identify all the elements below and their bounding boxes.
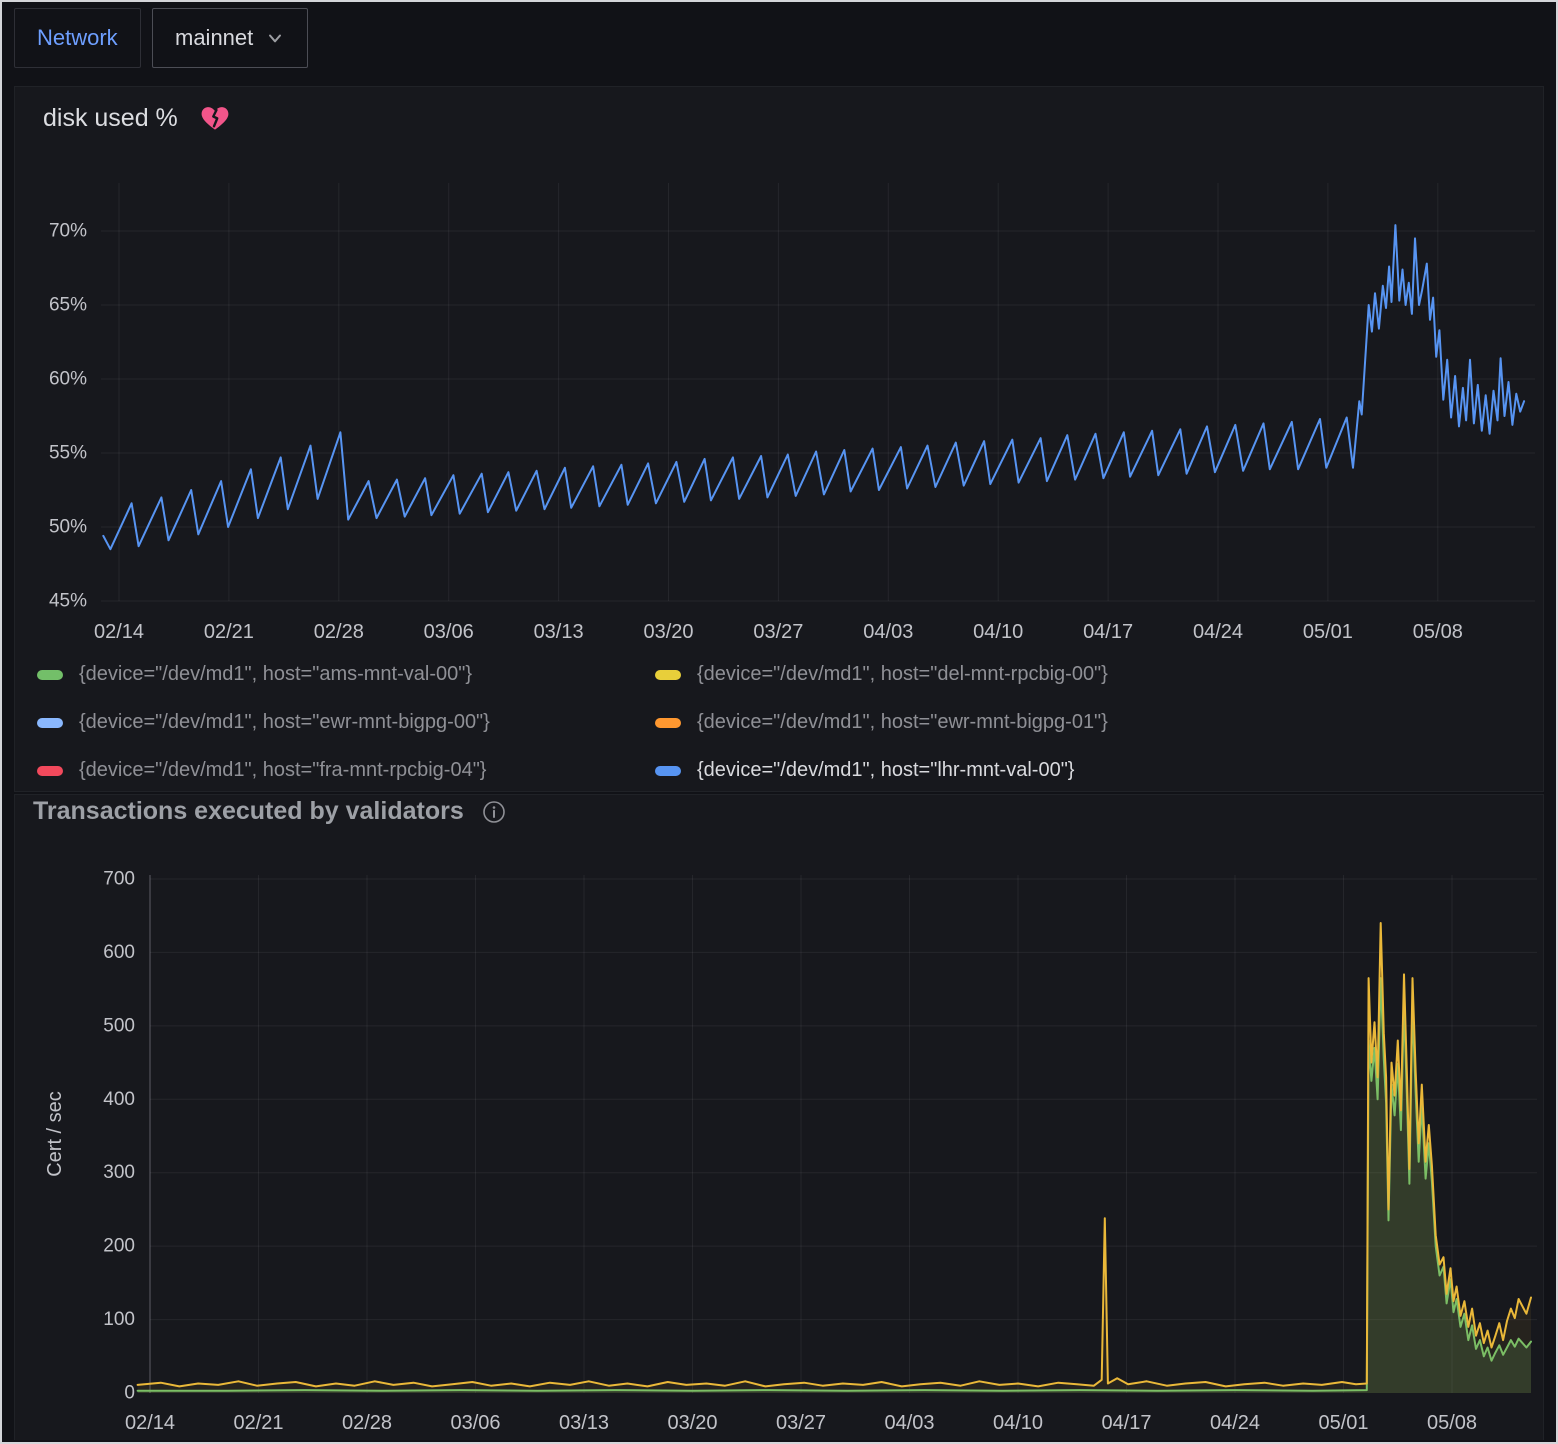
svg-text:100: 100 bbox=[103, 1309, 135, 1330]
network-variable-dropdown[interactable]: mainnet bbox=[152, 8, 308, 68]
svg-text:02/14: 02/14 bbox=[125, 1412, 175, 1434]
svg-text:600: 600 bbox=[103, 942, 135, 963]
legend-item[interactable]: {device="/dev/md1", host="ams-mnt-val-00… bbox=[37, 663, 649, 686]
svg-text:45%: 45% bbox=[49, 591, 87, 612]
legend-series-swatch bbox=[37, 670, 63, 680]
info-circle-icon[interactable] bbox=[482, 800, 506, 824]
network-variable-value: mainnet bbox=[175, 25, 253, 51]
legend-series-swatch bbox=[655, 766, 681, 776]
legend-series-swatch bbox=[37, 766, 63, 776]
transactions-chart[interactable]: 0 100 200 300 400 500 600 700 02/14 02/21 02/28 03/… bbox=[15, 795, 1543, 1439]
svg-text:04/17: 04/17 bbox=[1083, 621, 1133, 643]
network-variable-label: Network bbox=[37, 25, 118, 51]
svg-text:05/01: 05/01 bbox=[1318, 1412, 1368, 1434]
svg-text:03/13: 03/13 bbox=[534, 621, 584, 643]
legend-series-swatch bbox=[655, 718, 681, 728]
legend-item[interactable]: {device="/dev/md1", host="del-mnt-rpcbig… bbox=[655, 663, 1108, 686]
svg-text:02/14: 02/14 bbox=[94, 621, 144, 643]
legend-series-swatch bbox=[37, 718, 63, 728]
svg-text:03/13: 03/13 bbox=[559, 1412, 609, 1434]
svg-text:04/03: 04/03 bbox=[863, 621, 913, 643]
svg-text:04/24: 04/24 bbox=[1193, 621, 1243, 643]
disk-used-legend: {device="/dev/md1", host="ams-mnt-val-00… bbox=[37, 663, 1108, 782]
svg-text:400: 400 bbox=[103, 1089, 135, 1110]
network-variable-label-box[interactable]: Network bbox=[14, 8, 141, 68]
panel-title: Transactions executed by validators bbox=[33, 797, 464, 826]
legend-series-label: {device="/dev/md1", host="fra-mnt-rpcbig… bbox=[79, 759, 487, 782]
legend-series-label: {device="/dev/md1", host="lhr-mnt-val-00… bbox=[697, 759, 1074, 782]
panel-transactions-header[interactable]: Transactions executed by validators bbox=[33, 797, 506, 826]
svg-text:200: 200 bbox=[103, 1236, 135, 1257]
svg-text:03/06: 03/06 bbox=[424, 621, 474, 643]
panel-title: disk used % bbox=[43, 104, 178, 133]
svg-text:03/06: 03/06 bbox=[450, 1412, 500, 1434]
svg-text:04/10: 04/10 bbox=[973, 621, 1023, 643]
disk-used-chart[interactable]: 45% 50% 55% 60% 65% 70% 02/14 02/21 02/28 03/06 03… bbox=[15, 87, 1543, 657]
svg-text:50%: 50% bbox=[49, 517, 87, 538]
svg-text:03/27: 03/27 bbox=[753, 621, 803, 643]
chevron-down-icon bbox=[265, 28, 285, 48]
svg-text:02/21: 02/21 bbox=[233, 1412, 283, 1434]
svg-text:04/10: 04/10 bbox=[993, 1412, 1043, 1434]
svg-text:02/28: 02/28 bbox=[314, 621, 364, 643]
legend-series-label: {device="/dev/md1", host="ams-mnt-val-00… bbox=[79, 663, 472, 686]
svg-text:02/28: 02/28 bbox=[342, 1412, 392, 1434]
svg-text:03/20: 03/20 bbox=[643, 621, 693, 643]
panel-disk-used-header[interactable]: disk used % bbox=[43, 103, 230, 133]
panel-transactions: Transactions executed by validators 0 100… bbox=[14, 794, 1544, 1440]
legend-item[interactable]: {device="/dev/md1", host="lhr-mnt-val-00… bbox=[655, 759, 1108, 782]
svg-text:500: 500 bbox=[103, 1015, 135, 1036]
broken-heart-icon bbox=[200, 103, 230, 133]
grafana-dashboard: Network mainnet disk used % 45% 50% 55% 60%… bbox=[0, 0, 1558, 1444]
svg-text:04/03: 04/03 bbox=[884, 1412, 934, 1434]
legend-series-label: {device="/dev/md1", host="del-mnt-rpcbig… bbox=[697, 663, 1108, 686]
svg-text:04/17: 04/17 bbox=[1101, 1412, 1151, 1434]
legend-series-label: {device="/dev/md1", host="ewr-mnt-bigpg-… bbox=[79, 711, 490, 734]
svg-text:65%: 65% bbox=[49, 295, 87, 316]
legend-item[interactable]: {device="/dev/md1", host="ewr-mnt-bigpg-… bbox=[655, 711, 1108, 734]
svg-text:03/27: 03/27 bbox=[776, 1412, 826, 1434]
svg-text:04/24: 04/24 bbox=[1210, 1412, 1260, 1434]
svg-text:700: 700 bbox=[103, 868, 135, 889]
legend-item[interactable]: {device="/dev/md1", host="ewr-mnt-bigpg-… bbox=[37, 711, 649, 734]
svg-text:02/21: 02/21 bbox=[204, 621, 254, 643]
svg-text:05/08: 05/08 bbox=[1427, 1412, 1477, 1434]
svg-text:03/20: 03/20 bbox=[667, 1412, 717, 1434]
svg-text:55%: 55% bbox=[49, 443, 87, 464]
legend-series-swatch bbox=[655, 670, 681, 680]
legend-series-label: {device="/dev/md1", host="ewr-mnt-bigpg-… bbox=[697, 711, 1108, 734]
svg-text:300: 300 bbox=[103, 1162, 135, 1183]
panel-disk-used: disk used % 45% 50% 55% 60% 65% 70% 02/14 02/21… bbox=[14, 86, 1544, 792]
svg-text:60%: 60% bbox=[49, 369, 87, 390]
svg-text:05/08: 05/08 bbox=[1413, 621, 1463, 643]
legend-item[interactable]: {device="/dev/md1", host="fra-mnt-rpcbig… bbox=[37, 759, 649, 782]
svg-text:Cert / sec: Cert / sec bbox=[44, 1091, 66, 1177]
svg-text:70%: 70% bbox=[49, 221, 87, 242]
svg-text:05/01: 05/01 bbox=[1303, 621, 1353, 643]
svg-text:0: 0 bbox=[124, 1383, 135, 1404]
